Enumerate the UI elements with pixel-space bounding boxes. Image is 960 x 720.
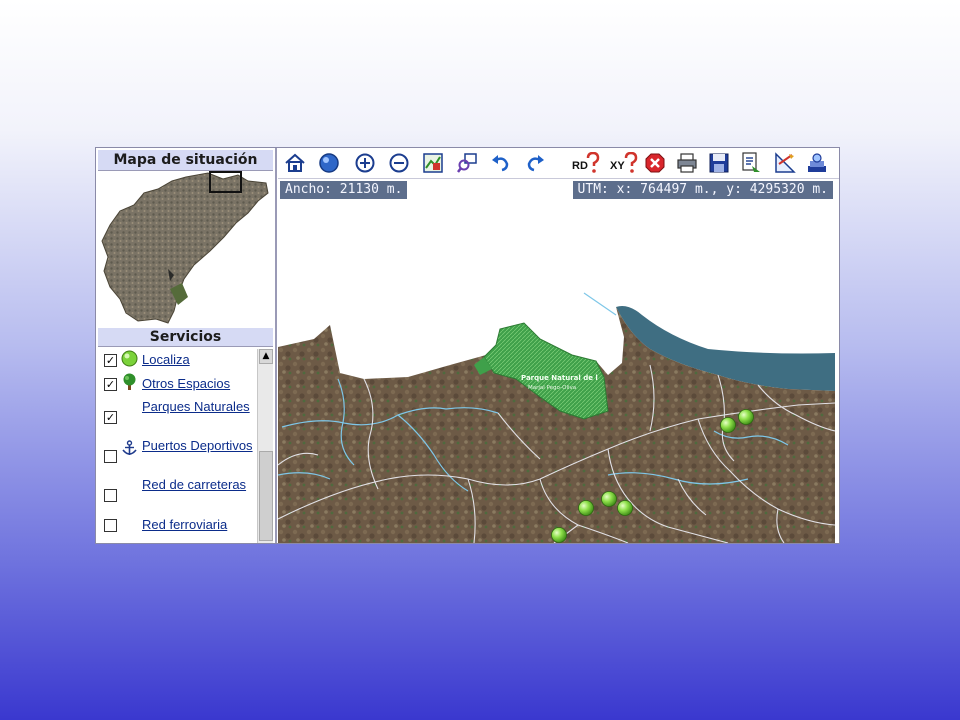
globe-icon xyxy=(319,153,339,173)
zoom-window-icon xyxy=(457,153,477,173)
report-icon xyxy=(742,152,760,172)
service-item-red-ferroviaria: Red ferroviaria xyxy=(98,514,256,534)
service-label-localiza[interactable]: Localiza xyxy=(142,350,254,369)
scroll-thumb[interactable] xyxy=(259,451,273,541)
checkbox-parques-naturales[interactable]: ✓ xyxy=(104,411,117,424)
service-label-red-ferroviaria[interactable]: Red ferroviaria xyxy=(142,515,254,534)
service-label-parques-naturales[interactable]: Parques Naturales xyxy=(142,397,254,416)
zoom-extent-button[interactable] xyxy=(420,150,446,176)
green-marker-icon xyxy=(121,350,138,367)
map-width-readout: Ancho: 21130 m. xyxy=(280,181,408,199)
print-icon xyxy=(677,153,697,173)
checkbox-otros-espacios[interactable]: ✓ xyxy=(104,378,117,391)
service-label-otros-espacios[interactable]: Otros Espacios xyxy=(142,374,254,393)
utm-coordinates-readout: UTM: x: 764497 m., y: 4295320 m. xyxy=(572,181,833,199)
green-marker-icon[interactable] xyxy=(601,491,617,507)
green-marker-icon[interactable] xyxy=(578,500,594,516)
map-image: Parque Natural de l Marjal Pego-Oliva xyxy=(278,292,835,543)
rd-query-button[interactable]: RD xyxy=(570,150,600,176)
report-button[interactable] xyxy=(738,150,764,176)
save-icon xyxy=(709,153,729,173)
zoom-extent-icon xyxy=(423,153,443,173)
xy-query-button[interactable]: XY xyxy=(608,150,638,176)
service-item-otros-espacios: ✓ Otros Espacios xyxy=(98,373,256,393)
service-label-puertos-deportivos[interactable]: Puertos Deportivos xyxy=(142,436,254,455)
service-item-localiza: ✓ Localiza xyxy=(98,349,256,369)
map-canvas[interactable]: Parque Natural de l Marjal Pego-Oliva An… xyxy=(278,179,835,543)
measure-button[interactable] xyxy=(772,150,798,176)
left-panel: Mapa de situación Servicios ✓ Localiza ✓… xyxy=(96,148,277,543)
service-item-puertos-deportivos: Puertos Deportivos xyxy=(98,436,256,476)
green-marker-icon[interactable] xyxy=(551,527,567,543)
xy-query-icon: XY xyxy=(610,152,638,173)
service-item-parques-naturales: ✓ Parques Naturales xyxy=(98,397,256,437)
home-icon xyxy=(285,153,305,172)
green-marker-icon[interactable] xyxy=(617,500,633,516)
tree-icon xyxy=(121,373,138,390)
zoom-window-button[interactable] xyxy=(454,150,480,176)
overview-map[interactable] xyxy=(98,171,273,327)
checkbox-red-ferroviaria[interactable] xyxy=(104,519,117,532)
redo-button[interactable] xyxy=(522,150,548,176)
print-button[interactable] xyxy=(674,150,700,176)
checkbox-red-carreteras[interactable] xyxy=(104,489,117,502)
park-label-sub: Marjal Pego-Oliva xyxy=(528,385,576,391)
service-item-red-carreteras: Red de carreteras xyxy=(98,475,256,515)
measure-icon xyxy=(775,152,796,173)
zoom-in-button[interactable] xyxy=(352,150,378,176)
gis-viewer-window: Mapa de situación Servicios ✓ Localiza ✓… xyxy=(95,147,840,544)
zoom-out-icon xyxy=(389,153,409,173)
clear-button[interactable] xyxy=(642,150,668,176)
overview-map-image xyxy=(101,171,269,324)
locator-panel-title: Mapa de situación xyxy=(98,150,273,171)
checkbox-localiza[interactable]: ✓ xyxy=(104,354,117,367)
service-label-red-carreteras[interactable]: Red de carreteras xyxy=(142,475,254,494)
home-button[interactable] xyxy=(282,150,308,176)
options-button[interactable] xyxy=(804,150,830,176)
redo-icon xyxy=(527,155,544,172)
zoom-out-button[interactable] xyxy=(386,150,412,176)
undo-button[interactable] xyxy=(488,150,514,176)
rd-query-text: RD xyxy=(572,160,588,172)
scroll-up-button[interactable]: ▲ xyxy=(259,349,273,364)
anchor-icon xyxy=(121,440,138,457)
clear-icon xyxy=(645,153,665,173)
save-button[interactable] xyxy=(706,150,732,176)
rd-query-icon: RD xyxy=(572,152,600,173)
options-icon xyxy=(808,153,826,172)
region-shape xyxy=(101,172,269,324)
map-toolbar: RD XY xyxy=(278,148,839,179)
zoom-in-icon xyxy=(355,153,375,173)
checkbox-puertos-deportivos[interactable] xyxy=(104,450,117,463)
globe-button[interactable] xyxy=(316,150,342,176)
green-marker-icon[interactable] xyxy=(720,417,736,433)
park-label-main: Parque Natural de l xyxy=(521,374,598,382)
services-scrollbar[interactable]: ▲ xyxy=(257,349,273,543)
services-panel-title: Servicios xyxy=(98,328,273,347)
undo-icon xyxy=(492,155,509,172)
green-marker-icon[interactable] xyxy=(738,409,754,425)
services-list: ✓ Localiza ✓ Otros Espacios ✓ Parques Na… xyxy=(98,347,273,543)
xy-query-text: XY xyxy=(610,160,625,172)
